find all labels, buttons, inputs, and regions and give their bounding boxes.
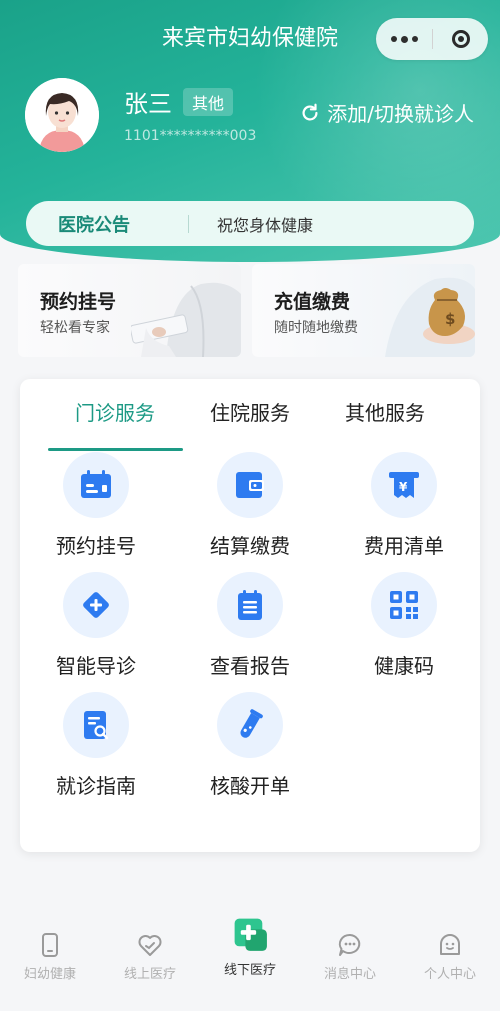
recharge-card[interactable]: 充值缴费 随时随地缴费 $ (252, 264, 475, 357)
phone-icon (42, 933, 58, 957)
appointment-card[interactable]: 预约挂号 轻松看专家 (18, 264, 241, 357)
services-panel: 门诊服务 住院服务 其他服务 预约挂号 结算缴费 ¥ 费用清单 智能导诊 查看报… (20, 379, 480, 852)
notice-divider (188, 214, 189, 233)
medical-cross-icon (234, 918, 267, 951)
patient-id-number: 1101**********003 (124, 128, 257, 144)
tab-inpatient[interactable]: 住院服务 (180, 397, 320, 426)
test-tube-icon (240, 709, 263, 738)
doctor-tablet-illustration (131, 282, 241, 357)
service-label: 费用清单 (364, 534, 444, 558)
receipt-yen-icon: ¥ (389, 472, 419, 498)
notice-text: 祝您身体健康 (217, 215, 314, 235)
service-view-report[interactable]: 查看报告 (190, 572, 310, 679)
service-label: 智能导诊 (56, 654, 136, 678)
appointment-card-title: 预约挂号 (40, 291, 117, 313)
tabbar-message-center[interactable]: 消息中心 (300, 932, 400, 982)
svg-text:¥: ¥ (399, 480, 408, 494)
tabbar-maternal-health[interactable]: 妇幼健康 (0, 932, 100, 982)
tabbar-personal-center[interactable]: 个人中心 (400, 932, 500, 982)
service-settlement[interactable]: 结算缴费 (190, 452, 310, 559)
service-label: 就诊指南 (56, 774, 136, 798)
more-menu-icon[interactable] (376, 18, 432, 60)
miniprogram-capsule (376, 18, 488, 60)
service-visit-guide[interactable]: 就诊指南 (36, 692, 156, 799)
qrcode-icon (390, 591, 418, 619)
svg-text:$: $ (445, 310, 455, 328)
tab-outpatient[interactable]: 门诊服务 (45, 397, 185, 426)
patient-name: 张三 (124, 90, 172, 118)
document-search-icon (84, 711, 109, 740)
service-tabs: 门诊服务 住院服务 其他服务 (20, 397, 480, 451)
money-bag-illustration: $ (385, 277, 475, 357)
switch-patient-label: 添加/切换就诊人 (327, 102, 474, 126)
service-appointment[interactable]: 预约挂号 (36, 452, 156, 559)
tabbar-offline-medical[interactable]: 线下医疗 (200, 918, 300, 978)
recharge-card-title: 充值缴费 (274, 291, 351, 313)
service-smart-triage[interactable]: 智能导诊 (36, 572, 156, 679)
heart-icon (138, 935, 162, 956)
service-nucleic-acid-order[interactable]: 核酸开单 (190, 692, 310, 799)
calendar-icon (81, 470, 111, 498)
tabbar-online-medical[interactable]: 线上医疗 (100, 932, 200, 982)
tabbar-label: 妇幼健康 (23, 967, 76, 982)
service-label: 健康码 (374, 654, 434, 678)
active-tab-underline (48, 448, 183, 451)
diamond-plus-icon (83, 592, 109, 618)
capsule-divider (432, 29, 433, 49)
service-health-code[interactable]: 健康码 (344, 572, 464, 679)
hospital-notice-bar[interactable]: 医院公告 祝您身体健康 (26, 201, 474, 246)
service-label: 查看报告 (210, 654, 290, 678)
tabbar-label: 线上医疗 (123, 967, 176, 982)
tabbar-label: 个人中心 (423, 967, 476, 982)
recharge-card-subtitle: 随时随地缴费 (274, 320, 358, 336)
service-label: 核酸开单 (210, 774, 290, 798)
close-miniprogram-icon[interactable] (433, 18, 488, 60)
tabbar-label: 线下医疗 (223, 963, 276, 978)
service-expense-list[interactable]: ¥ 费用清单 (344, 452, 464, 559)
service-label: 预约挂号 (56, 534, 136, 558)
report-icon (238, 590, 262, 620)
tabbar-label: 消息中心 (323, 967, 376, 982)
hospital-title: 来宾市妇幼保健院 (161, 26, 338, 51)
service-label: 结算缴费 (210, 534, 290, 558)
bottom-tabbar: 妇幼健康 线上医疗 线下医疗 消息中心 个人中心 (0, 898, 500, 1011)
avatar[interactable] (25, 78, 99, 152)
notice-label: 医院公告 (58, 214, 130, 236)
wallet-icon (236, 472, 264, 498)
appointment-card-subtitle: 轻松看专家 (40, 320, 110, 336)
chat-icon (338, 933, 361, 956)
refresh-icon (302, 103, 318, 121)
person-icon (440, 934, 460, 955)
relation-badge: 其他 (183, 88, 234, 116)
tab-other[interactable]: 其他服务 (315, 397, 455, 426)
switch-patient-button[interactable]: 添加/切换就诊人 (299, 98, 474, 127)
